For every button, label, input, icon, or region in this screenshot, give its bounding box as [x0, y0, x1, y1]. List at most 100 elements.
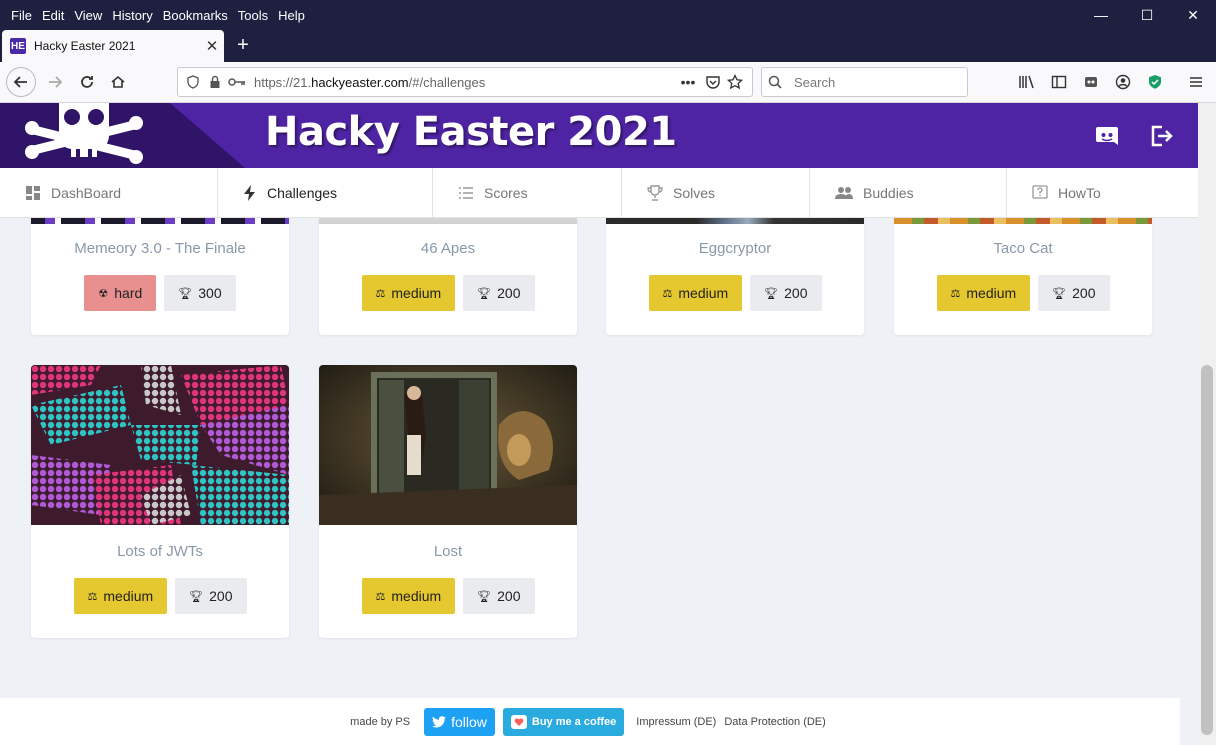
trophy-icon: 🏆︎: [477, 590, 492, 603]
search-placeholder: Search: [794, 74, 836, 90]
challenge-title: Eggcryptor: [698, 240, 772, 257]
trophy-icon: 🏆︎: [1052, 287, 1067, 300]
tab-title: Hacky Easter 2021: [34, 39, 136, 53]
bolt-icon: [244, 185, 255, 201]
tab-close-icon[interactable]: ✕: [200, 37, 224, 55]
menu-help[interactable]: Help: [273, 8, 310, 23]
balance-scale-icon: ⚖: [662, 287, 673, 300]
menu-view[interactable]: View: [69, 8, 107, 23]
extension-icon[interactable]: [1078, 69, 1104, 95]
challenge-title: Taco Cat: [993, 240, 1053, 257]
buy-me-a-coffee-button[interactable]: Buy me a coffee: [502, 707, 625, 736]
close-window-button[interactable]: ✕: [1170, 0, 1216, 30]
scrollbar-thumb[interactable]: [1201, 365, 1213, 735]
balance-scale-icon: ⚖: [87, 590, 98, 603]
challenge-title: 46 Apes: [420, 240, 476, 257]
shield-icon[interactable]: [182, 71, 204, 93]
challenge-badges: ⚖ medium 🏆︎ 200: [606, 275, 864, 311]
trophy-icon: 🏆︎: [189, 590, 204, 603]
maximize-button[interactable]: ☐: [1124, 0, 1170, 30]
difficulty-badge: ⚖ medium: [648, 275, 743, 311]
list-icon: [459, 187, 473, 199]
difficulty-badge: ⚖ medium: [936, 275, 1031, 311]
challenge-card[interactable]: Lots of JWTs ⚖ medium 🏆︎ 200: [31, 365, 289, 638]
tab-label: Challenges: [267, 185, 338, 201]
data-protection-link[interactable]: Data Protection (DE): [724, 716, 825, 728]
discord-icon[interactable]: [1094, 123, 1120, 149]
reload-icon[interactable]: [72, 67, 102, 97]
menu-history[interactable]: History: [107, 8, 157, 23]
balance-scale-icon: ⚖: [950, 287, 961, 300]
impressum-link[interactable]: Impressum (DE): [636, 716, 716, 728]
challenge-card[interactable]: Lost ⚖ medium 🏆︎ 200: [319, 365, 577, 638]
menu-file[interactable]: File: [6, 8, 37, 23]
site-nav: DashBoard Challenges Scores Solves Buddi…: [0, 168, 1198, 218]
challenge-badges: ⚖ medium 🏆︎ 200: [319, 578, 577, 614]
account-icon[interactable]: [1110, 69, 1136, 95]
challenge-title: Lost: [433, 543, 463, 560]
challenge-badges: ⚖ medium 🏆︎ 200: [319, 275, 577, 311]
page-actions-icon[interactable]: •••: [674, 71, 702, 93]
trophy-icon: 🏆︎: [477, 287, 492, 300]
hamburger-menu-icon[interactable]: [1183, 69, 1209, 95]
points-badge: 🏆︎ 200: [750, 275, 822, 311]
tab-dashboard[interactable]: DashBoard: [0, 168, 218, 218]
tab-bar: HE Hacky Easter 2021 ✕ +: [0, 30, 1216, 62]
difficulty-badge: ⚖ medium: [361, 578, 456, 614]
dashboard-icon: [26, 186, 40, 200]
site-title: Hacky Easter 2021: [265, 109, 677, 155]
tab-solves[interactable]: Solves: [622, 168, 810, 218]
tab-buddies[interactable]: Buddies: [810, 168, 1007, 218]
search-input[interactable]: Search: [761, 67, 968, 97]
skull-logo-icon[interactable]: [24, 103, 144, 168]
lock-icon[interactable]: [204, 71, 226, 93]
page-scrollbar[interactable]: [1198, 103, 1216, 745]
new-tab-icon[interactable]: +: [230, 32, 256, 58]
help-icon: [1032, 185, 1048, 199]
tab-howto[interactable]: HowTo: [1007, 168, 1198, 218]
url-text[interactable]: https://21.hackyeaster.com/#/challenges: [254, 75, 674, 90]
tab-label: DashBoard: [51, 185, 122, 201]
menu-bar: File Edit View History Bookmarks Tools H…: [0, 0, 1216, 30]
sidebar-icon[interactable]: [1046, 69, 1072, 95]
privacy-shield-icon[interactable]: [1142, 69, 1168, 95]
difficulty-badge: ⚖ medium: [361, 275, 456, 311]
tab-label: Solves: [673, 185, 716, 201]
bookmark-star-icon[interactable]: [724, 71, 746, 93]
challenge-title: Memeory 3.0 - The Finale: [74, 240, 246, 257]
forward-icon[interactable]: [40, 67, 70, 97]
back-icon[interactable]: [6, 67, 36, 97]
difficulty-badge: ☢ hard: [84, 275, 157, 311]
challenge-title: Lots of JWTs: [117, 543, 203, 560]
pocket-icon[interactable]: [702, 71, 724, 93]
twitter-follow-button[interactable]: follow: [424, 707, 495, 736]
key-icon[interactable]: [226, 71, 248, 93]
radiation-icon: ☢: [98, 287, 109, 300]
menu-edit[interactable]: Edit: [37, 8, 69, 23]
menu-bookmarks[interactable]: Bookmarks: [158, 8, 233, 23]
trophy-icon: [647, 185, 663, 201]
points-badge: 🏆︎ 300: [164, 275, 236, 311]
tab-label: HowTo: [1058, 185, 1101, 201]
people-icon: [835, 187, 853, 199]
browser-toolbar: https://21.hackyeaster.com/#/challenges …: [0, 62, 1216, 103]
site-footer: made by PS follow Buy me a coffee Impres…: [0, 698, 1180, 745]
balance-scale-icon: ⚖: [375, 287, 386, 300]
tab-scores[interactable]: Scores: [433, 168, 622, 218]
tab-challenges[interactable]: Challenges: [218, 168, 433, 218]
challenge-badges: ☢ hard 🏆︎ 300: [31, 275, 289, 311]
site-favicon-icon: HE: [10, 38, 26, 54]
minimize-button[interactable]: —: [1078, 0, 1124, 30]
home-icon[interactable]: [103, 67, 133, 97]
site-header: Hacky Easter 2021: [0, 103, 1198, 168]
logout-icon[interactable]: [1148, 123, 1174, 149]
trophy-icon: 🏆︎: [178, 287, 193, 300]
tab-label: Buddies: [863, 185, 914, 201]
browser-tab[interactable]: HE Hacky Easter 2021 ✕: [2, 30, 224, 62]
difficulty-badge: ⚖ medium: [73, 578, 168, 614]
points-badge: 🏆︎ 200: [175, 578, 247, 614]
address-bar[interactable]: https://21.hackyeaster.com/#/challenges …: [177, 67, 753, 97]
menu-tools[interactable]: Tools: [233, 8, 273, 23]
points-badge: 🏆︎ 200: [1038, 275, 1110, 311]
library-icon[interactable]: [1014, 69, 1040, 95]
